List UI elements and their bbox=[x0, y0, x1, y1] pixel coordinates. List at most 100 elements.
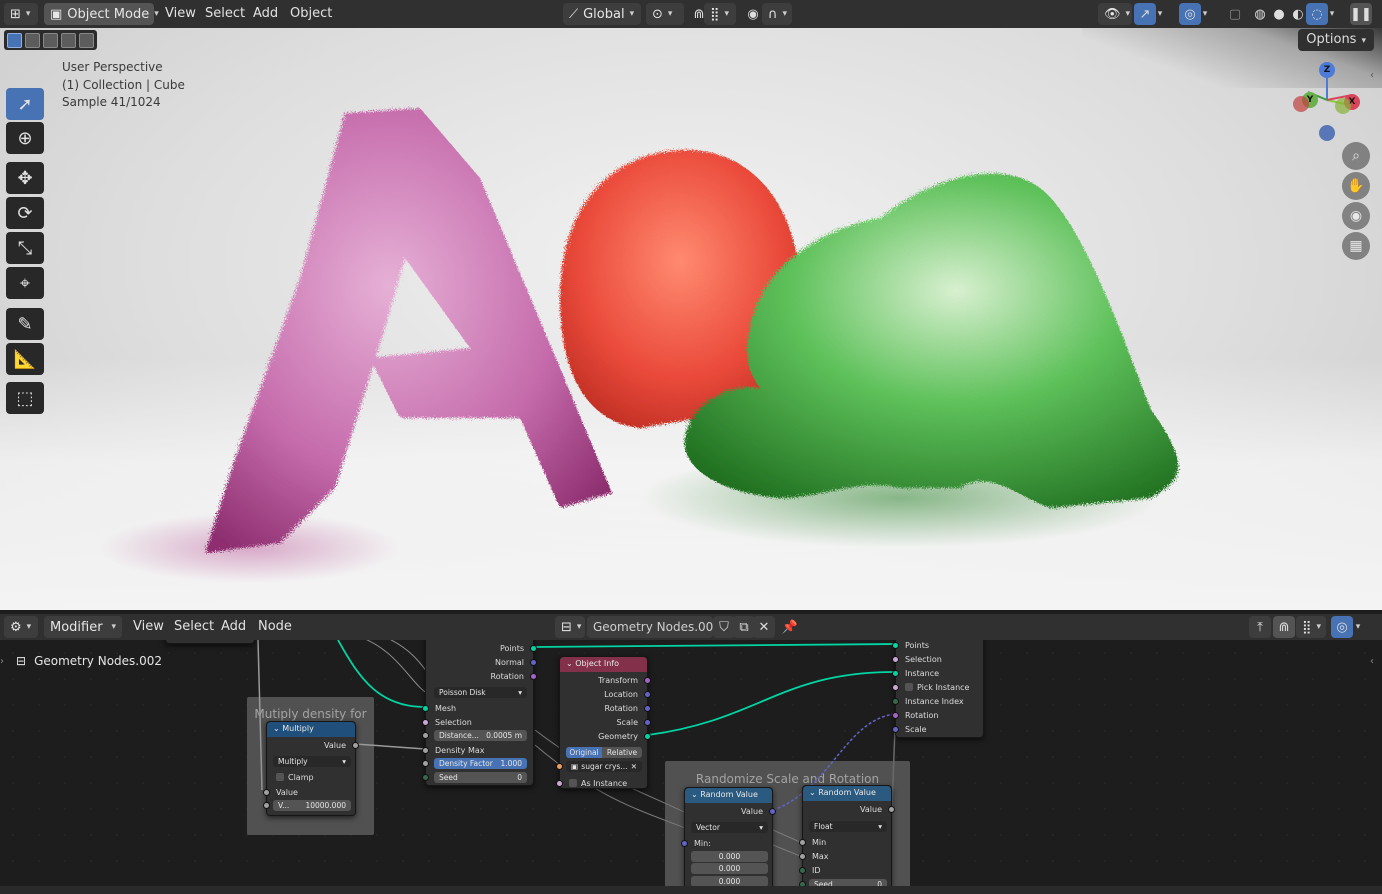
select-new-icon[interactable] bbox=[7, 32, 22, 48]
original-tab[interactable]: Original bbox=[566, 747, 602, 758]
input-mesh-socket[interactable] bbox=[422, 704, 429, 712]
relative-tab[interactable]: Relative bbox=[602, 747, 642, 758]
random-vector-min-y[interactable]: 0.000 bbox=[691, 863, 768, 874]
gizmo-neg-y-axis[interactable] bbox=[1335, 98, 1351, 114]
random-vector-min-socket[interactable] bbox=[681, 839, 688, 847]
density-factor-field[interactable]: Density Factor 1.000 bbox=[434, 758, 527, 769]
random-vector-type-dropdown[interactable]: Vector ▾ bbox=[691, 822, 768, 833]
node-multiply[interactable]: ⌄ Multiply Value Multiply ▾ Clamp Value V… bbox=[263, 721, 359, 816]
unlink-button[interactable]: ✕ bbox=[753, 616, 775, 638]
node-object-info-header[interactable]: ⌄ Object Info bbox=[560, 657, 647, 672]
multiply-output-socket[interactable] bbox=[352, 741, 359, 749]
objinfo-scale-socket[interactable] bbox=[644, 718, 651, 726]
node-sidebar-toggle-icon[interactable]: ‹ bbox=[1370, 656, 1374, 667]
menu-select[interactable]: Select bbox=[205, 6, 245, 21]
parent-node-tree-button[interactable]: ⤒ bbox=[1249, 616, 1271, 638]
gizmo-neg-z-axis[interactable] bbox=[1319, 125, 1335, 141]
random-float-output-socket[interactable] bbox=[888, 805, 895, 813]
visibility-dropdown[interactable]: 👁 ▾ bbox=[1098, 3, 1132, 25]
node-group-browse[interactable]: ⊟ ▾ bbox=[555, 616, 585, 638]
input-selection-socket[interactable] bbox=[422, 718, 429, 726]
proportional-edit-toggle[interactable]: ◉ bbox=[742, 3, 764, 25]
input-seed-socket[interactable] bbox=[422, 774, 429, 781]
zoom-button[interactable]: ⌕ bbox=[1342, 142, 1370, 170]
node-overlays-dropdown[interactable]: ▾ bbox=[1351, 616, 1365, 638]
random-vector-min-x[interactable]: 0.000 bbox=[691, 851, 768, 862]
overlays-dropdown[interactable]: ▾ bbox=[1198, 3, 1212, 25]
multiply-input-socket-b[interactable] bbox=[263, 802, 270, 809]
node-editor-canvas[interactable]: Mutiply density for small scale Randomiz… bbox=[0, 640, 1382, 894]
node-snap-toggle[interactable]: ⋒ bbox=[1273, 616, 1295, 638]
distance-min-field[interactable]: Distance... 0.0005 m bbox=[434, 730, 527, 741]
input-density-factor-socket[interactable] bbox=[422, 760, 429, 767]
select-difference-icon[interactable] bbox=[61, 32, 76, 48]
iop-points-socket[interactable] bbox=[892, 641, 899, 649]
objinfo-geometry-socket[interactable] bbox=[644, 732, 651, 740]
tool-rotate[interactable]: ⟳ bbox=[6, 197, 44, 229]
iop-selection-socket[interactable] bbox=[892, 655, 899, 663]
node-offscreen-top[interactable] bbox=[165, 640, 255, 644]
camera-view-button[interactable]: ◉ bbox=[1342, 202, 1370, 230]
math-operation-dropdown[interactable]: Multiply ▾ bbox=[273, 756, 351, 767]
tool-annotate[interactable]: ✎ bbox=[6, 308, 44, 340]
select-extend-icon[interactable] bbox=[25, 32, 40, 48]
multiply-value-field[interactable]: V... 10000.000 bbox=[273, 800, 351, 811]
random-float-id-socket[interactable] bbox=[799, 866, 806, 874]
pan-button[interactable]: ✋ bbox=[1342, 172, 1370, 200]
node-toolbar-toggle-icon[interactable]: › bbox=[0, 656, 4, 667]
tool-select-box[interactable]: ➚ bbox=[6, 88, 44, 120]
3d-viewport[interactable]: User Perspective (1) Collection | Cube S… bbox=[0, 28, 1382, 610]
input-distance-socket[interactable] bbox=[422, 732, 429, 739]
mode-dropdown[interactable]: ▣ Object Mode ▾ bbox=[44, 3, 159, 25]
tool-measure[interactable]: 📐 bbox=[6, 343, 44, 375]
multiply-input-socket-a[interactable] bbox=[263, 788, 270, 796]
gizmo-z-axis[interactable]: Z bbox=[1319, 62, 1335, 78]
random-float-min-socket[interactable] bbox=[799, 838, 806, 846]
node-distribute-points[interactable]: Points Normal Rotation Poisson Disk ▾ Mes… bbox=[422, 640, 537, 786]
as-instance-socket[interactable] bbox=[556, 779, 563, 787]
random-float-max-socket[interactable] bbox=[799, 852, 806, 860]
objinfo-transform-socket[interactable] bbox=[644, 676, 651, 684]
falloff-dropdown[interactable]: ∩ ▾ bbox=[762, 3, 792, 25]
seed-field[interactable]: Seed 0 bbox=[434, 772, 527, 783]
snap-target-dropdown[interactable]: ⣿ ▾ bbox=[704, 3, 736, 25]
select-intersect-icon[interactable] bbox=[79, 32, 94, 48]
node-overlays-toggle[interactable]: ◎ bbox=[1331, 616, 1353, 638]
node-menu-add[interactable]: Add bbox=[221, 619, 246, 634]
pause-render-button[interactable]: ❚❚ bbox=[1350, 3, 1372, 25]
close-icon[interactable]: ✕ bbox=[631, 762, 637, 771]
output-points-socket[interactable] bbox=[530, 644, 537, 652]
iop-pick-instance-socket[interactable] bbox=[892, 683, 899, 691]
input-density-max-socket[interactable] bbox=[422, 746, 429, 754]
random-float-type-dropdown[interactable]: Float ▾ bbox=[809, 821, 887, 832]
pick-instance-checkbox[interactable] bbox=[905, 683, 913, 691]
node-editor-type-button[interactable]: ⚙ ▾ bbox=[4, 616, 38, 638]
iop-rotation-socket[interactable] bbox=[892, 711, 899, 719]
gizmo-dropdown[interactable]: ▾ bbox=[1153, 3, 1167, 25]
duplicate-button[interactable]: ⧉ bbox=[733, 616, 755, 638]
shading-dropdown[interactable]: ▾ bbox=[1325, 3, 1339, 25]
transform-orientation-dropdown[interactable]: ⟋ Global ▾ bbox=[563, 3, 641, 25]
random-vector-header[interactable]: ⌄ Random Value bbox=[685, 788, 772, 803]
node-menu-select[interactable]: Select bbox=[174, 619, 214, 634]
tool-add-cube[interactable]: ⬚ bbox=[6, 382, 44, 414]
menu-add[interactable]: Add bbox=[253, 6, 278, 21]
fake-user-button[interactable]: ⛉ bbox=[713, 616, 735, 638]
clamp-checkbox[interactable] bbox=[276, 773, 284, 781]
iop-instance-index-socket[interactable] bbox=[892, 697, 899, 705]
menu-object[interactable]: Object bbox=[290, 6, 332, 21]
node-instance-on-points[interactable]: Points Selection Instance Pick Instance … bbox=[892, 640, 984, 738]
objinfo-rotation-socket[interactable] bbox=[644, 704, 651, 712]
objinfo-location-socket[interactable] bbox=[644, 690, 651, 698]
output-rotation-socket[interactable] bbox=[530, 672, 537, 680]
tool-move[interactable]: ✥ bbox=[6, 162, 44, 194]
xray-toggle[interactable]: ▢ bbox=[1224, 3, 1246, 25]
node-group-name-field[interactable]: Geometry Nodes.002 bbox=[587, 616, 721, 638]
random-vector-output-socket[interactable] bbox=[769, 807, 776, 815]
select-subtract-icon[interactable] bbox=[43, 32, 58, 48]
node-multiply-header[interactable]: ⌄ Multiply bbox=[267, 722, 355, 737]
node-menu-node[interactable]: Node bbox=[258, 619, 292, 634]
output-normal-socket[interactable] bbox=[530, 658, 537, 666]
objinfo-object-socket[interactable] bbox=[556, 763, 563, 770]
iop-instance-socket[interactable] bbox=[892, 669, 899, 677]
